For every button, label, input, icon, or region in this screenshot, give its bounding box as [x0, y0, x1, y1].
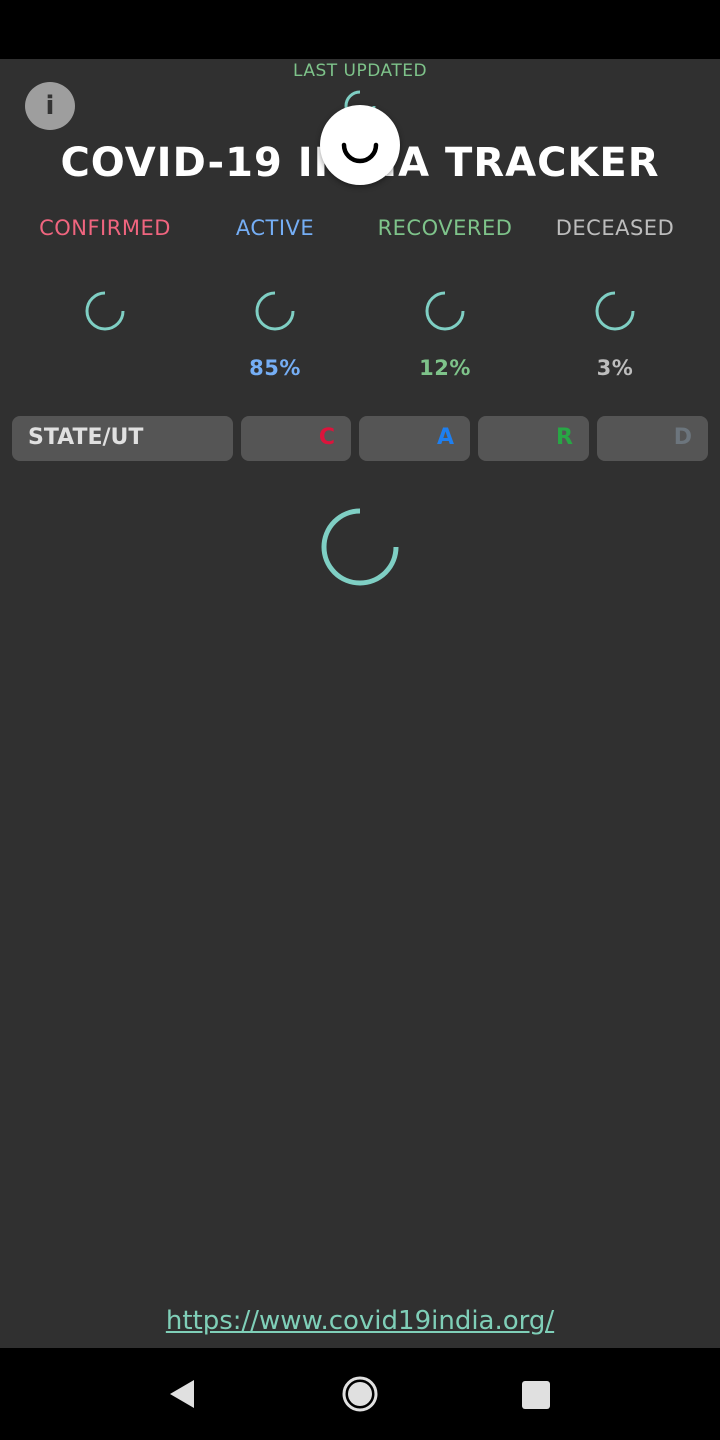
header-confirmed[interactable]: C	[241, 416, 351, 461]
recents-icon[interactable]	[520, 1379, 552, 1411]
loading-icon	[341, 142, 379, 164]
website-link[interactable]: https://www.covid19india.org/	[0, 1306, 720, 1336]
back-icon[interactable]	[166, 1378, 198, 1410]
header-recovered-label: R	[556, 425, 573, 450]
stat-active[interactable]: ACTIVE 85%	[190, 216, 360, 380]
stat-confirmed-label: CONFIRMED	[39, 216, 171, 240]
header-deceased[interactable]: D	[597, 416, 708, 461]
stat-recovered[interactable]: RECOVERED 12%	[360, 216, 530, 380]
stat-recovered-percent: 12%	[419, 356, 471, 380]
last-updated-label: LAST UPDATED	[292, 61, 428, 81]
header-state-label: STATE/UT	[28, 425, 144, 450]
header-recovered[interactable]: R	[478, 416, 589, 461]
active-spinner-icon	[255, 291, 295, 331]
confirmed-spinner-icon	[85, 291, 125, 331]
header-active-label: A	[436, 425, 454, 450]
stat-deceased-label: DECEASED	[555, 216, 675, 240]
stat-deceased-percent: 3%	[596, 356, 634, 380]
stat-recovered-label: RECOVERED	[377, 216, 513, 240]
header-deceased-label: D	[673, 425, 692, 450]
info-button[interactable]: i	[25, 82, 75, 130]
info-icon: i	[45, 91, 55, 121]
header-confirmed-label: C	[318, 425, 335, 450]
stat-active-label: ACTIVE	[235, 216, 315, 240]
refresh-button[interactable]	[320, 105, 400, 185]
table-loading-icon	[321, 508, 399, 586]
deceased-spinner-icon	[595, 291, 635, 331]
stat-deceased[interactable]: DECEASED 3%	[530, 216, 700, 380]
home-icon[interactable]	[341, 1375, 379, 1413]
recovered-spinner-icon	[425, 291, 465, 331]
header-state[interactable]: STATE/UT	[12, 416, 233, 461]
stat-active-percent: 85%	[249, 356, 301, 380]
header-active[interactable]: A	[359, 416, 470, 461]
navigation-bar	[0, 1348, 720, 1440]
stat-confirmed[interactable]: CONFIRMED	[20, 216, 190, 331]
status-bar	[0, 0, 720, 59]
